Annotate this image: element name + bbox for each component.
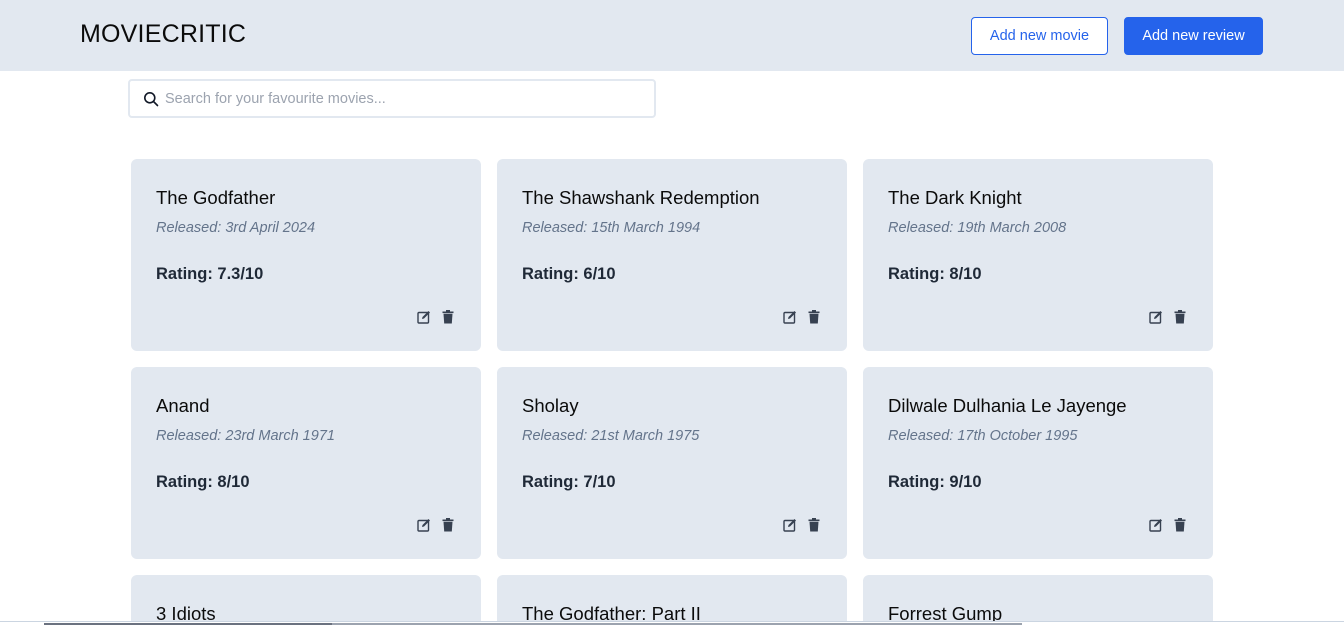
trash-icon[interactable] [1174, 518, 1186, 532]
movie-title: Sholay [522, 395, 579, 416]
movie-card: The Godfather Released: 3rd April 2024 R… [131, 159, 481, 351]
movie-rating: Rating: 7.3/10 [156, 265, 264, 283]
movie-title: The Godfather [156, 187, 276, 208]
taskbar-edge [44, 623, 332, 625]
movie-release-date: Released: 3rd April 2024 [156, 220, 316, 236]
taskbar-edge [332, 623, 1022, 625]
trash-icon[interactable] [1174, 310, 1186, 324]
movie-title: Dilwale Dulhania Le Jayenge [888, 395, 1127, 416]
movie-rating: Rating: 7/10 [522, 473, 616, 491]
movie-card: Anand Released: 23rd March 1971 Rating: … [131, 367, 481, 559]
edit-icon[interactable] [1149, 310, 1163, 324]
movie-title: Forrest Gump [888, 603, 1003, 621]
movie-title: The Dark Knight [888, 187, 1022, 208]
movie-card: Sholay Released: 21st March 1975 Rating:… [497, 367, 847, 559]
edit-icon[interactable] [417, 310, 431, 324]
trash-icon[interactable] [808, 518, 820, 532]
trash-icon[interactable] [442, 310, 454, 324]
movie-card: Forrest Gump [863, 575, 1213, 621]
movie-rating: Rating: 8/10 [888, 265, 982, 283]
app-logo[interactable]: MOVIECRITIC [80, 20, 246, 49]
search-input[interactable] [165, 81, 645, 116]
movie-card: 3 Idiots [131, 575, 481, 621]
movie-title: 3 Idiots [156, 603, 216, 621]
movie-title: The Godfather: Part II [522, 603, 701, 621]
movie-card: The Dark Knight Released: 19th March 200… [863, 159, 1213, 351]
window-bottom-border [0, 621, 1344, 622]
edit-icon[interactable] [783, 518, 797, 532]
add-new-movie-button[interactable]: Add new movie [971, 17, 1108, 55]
movie-release-date: Released: 17th October 1995 [888, 428, 1078, 444]
movie-rating: Rating: 8/10 [156, 473, 250, 491]
trash-icon[interactable] [808, 310, 820, 324]
search-bar [128, 79, 656, 118]
edit-icon[interactable] [1149, 518, 1163, 532]
movie-card: The Godfather: Part II [497, 575, 847, 621]
top-header: MOVIECRITIC Add new movie Add new review [0, 0, 1344, 71]
trash-icon[interactable] [442, 518, 454, 532]
movie-title: Anand [156, 395, 210, 416]
edit-icon[interactable] [417, 518, 431, 532]
movie-rating: Rating: 9/10 [888, 473, 982, 491]
movie-title: The Shawshank Redemption [522, 187, 760, 208]
movie-release-date: Released: 15th March 1994 [522, 220, 701, 236]
add-new-review-button[interactable]: Add new review [1124, 17, 1263, 55]
movie-release-date: Released: 23rd March 1971 [156, 428, 335, 444]
movie-card: Dilwale Dulhania Le Jayenge Released: 17… [863, 367, 1213, 559]
movie-card: The Shawshank Redemption Released: 15th … [497, 159, 847, 351]
movie-release-date: Released: 21st March 1975 [522, 428, 700, 444]
search-icon [144, 92, 159, 107]
movie-release-date: Released: 19th March 2008 [888, 220, 1067, 236]
edit-icon[interactable] [783, 310, 797, 324]
movie-rating: Rating: 6/10 [522, 265, 616, 283]
